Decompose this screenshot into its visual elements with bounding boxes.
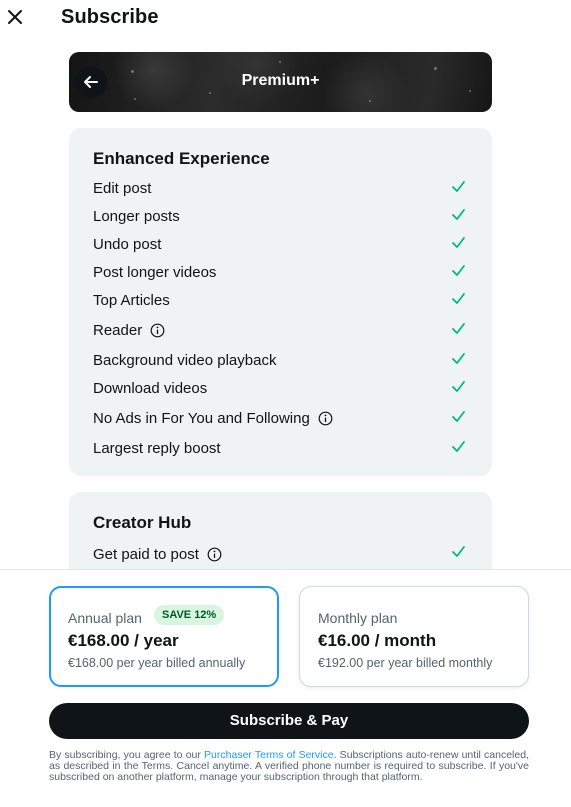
checkmark-icon	[451, 409, 466, 424]
feature-label: Top Articles	[93, 292, 170, 309]
feature-item: Largest reply boost	[93, 440, 221, 457]
feature-item: Undo post	[93, 236, 161, 253]
plan-price: €16.00 / month	[318, 631, 437, 650]
plan-billing-note: €192.00 per year billed monthly	[318, 656, 493, 670]
feature-item: Edit post	[93, 180, 151, 197]
feature-label: Undo post	[93, 236, 162, 253]
plan-billing-note: €168.00 per year billed annually	[68, 656, 246, 670]
banner-title: Premium+	[241, 72, 320, 89]
feature-label: Download videos	[93, 380, 208, 397]
top-bar: Subscribe	[0, 0, 571, 36]
save-badge: SAVE 12%	[154, 605, 225, 625]
premium-plus-banner: Premium+	[69, 52, 492, 112]
card-title: Enhanced Experience	[93, 149, 270, 168]
page-title: Subscribe	[61, 6, 159, 28]
legal-disclaimer: By subscribing, you agree to our Purchas…	[49, 750, 529, 783]
feature-item: No Ads in For You and Following	[93, 410, 333, 427]
checkmark-icon	[451, 439, 466, 454]
feature-label: Longer posts	[93, 208, 180, 225]
checkmark-icon	[451, 179, 466, 194]
info-icon[interactable]	[318, 411, 333, 426]
feature-label: Largest reply boost	[93, 440, 221, 457]
subscription-footer: Annual plan SAVE 12% €168.00 / year €168…	[0, 569, 571, 807]
feature-item: Longer posts	[93, 208, 180, 225]
feature-item: Post longer videos	[93, 264, 216, 281]
feature-label: Get paid to post	[93, 546, 199, 563]
checkmark-icon	[451, 321, 466, 336]
close-icon	[8, 10, 22, 24]
feature-item: Top Articles	[93, 292, 170, 309]
info-icon[interactable]	[207, 547, 222, 562]
checkmark-icon	[451, 379, 466, 394]
feature-item: Download videos	[93, 380, 207, 397]
plan-name: Monthly plan	[318, 610, 398, 626]
checkmark-icon	[451, 291, 466, 306]
feature-label: Edit post	[93, 180, 152, 197]
info-icon[interactable]	[150, 323, 165, 338]
feature-item: Reader	[93, 322, 165, 339]
checkmark-icon	[451, 207, 466, 222]
feature-label: Reader	[93, 322, 143, 339]
feature-label: Background video playback	[93, 352, 277, 369]
feature-label: No Ads in For You and Following	[93, 410, 310, 427]
checkmark-icon	[451, 544, 466, 559]
feature-label: Post longer videos	[93, 264, 217, 281]
checkmark-icon	[451, 235, 466, 250]
monthly-plan-option[interactable]: Monthly plan €16.00 / month €192.00 per …	[299, 586, 529, 687]
feature-item: Background video playback	[93, 352, 276, 369]
feature-item: Get paid to post	[93, 546, 222, 563]
checkmark-icon	[451, 263, 466, 278]
annual-plan-option[interactable]: Annual plan SAVE 12% €168.00 / year €168…	[49, 586, 279, 687]
plan-name: Annual plan	[68, 610, 142, 626]
enhanced-experience-card: Enhanced Experience Edit post Longer post…	[69, 128, 492, 476]
checkmark-icon	[451, 351, 466, 366]
card-title: Creator Hub	[93, 513, 192, 532]
plan-price: €168.00 / year	[68, 631, 179, 650]
close-button[interactable]	[5, 7, 25, 27]
subscribe-pay-button[interactable]: Subscribe & Pay	[49, 703, 529, 739]
